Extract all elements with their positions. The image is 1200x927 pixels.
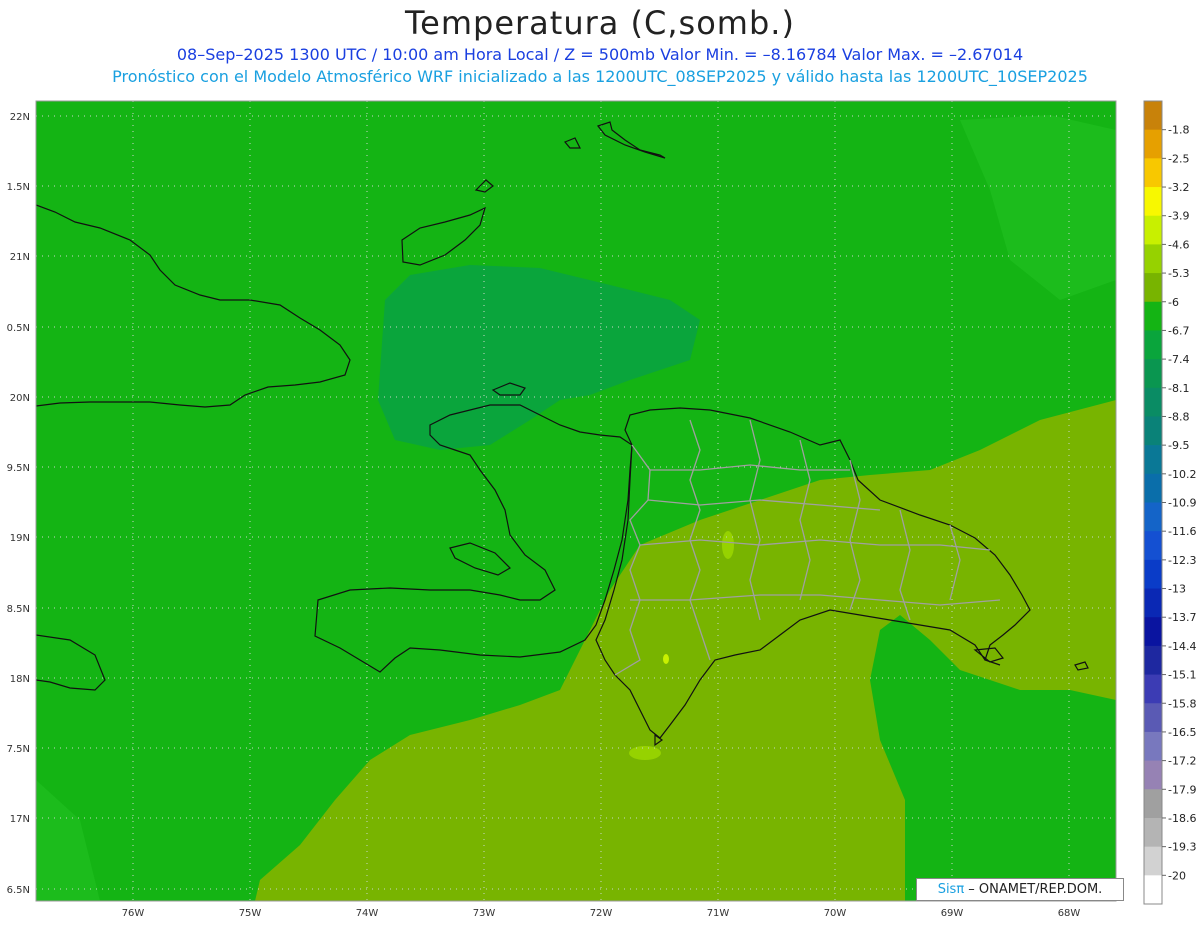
colorbar-swatch [1144,559,1162,590]
lon-label: 76W [122,908,145,919]
lon-label: 74W [356,908,379,919]
colorbar-swatch [1144,531,1162,561]
colorbar-swatch [1144,674,1162,704]
colorbar-label: -17.2 [1168,755,1196,768]
colorbar-label: -7.4 [1168,353,1189,366]
colorbar-swatch [1144,817,1162,848]
colorbar-label: -2.5 [1168,152,1189,165]
lat-label: 6.5N [7,885,30,896]
colorbar-swatch [1144,330,1162,360]
latitude-axis: 22N 1.5N 21N 0.5N 20N 9.5N 19N 8.5N 18N … [7,112,30,896]
colorbar-swatch [1144,617,1162,647]
colorbar-label: -8.1 [1168,382,1189,395]
weather-map: 22N 1.5N 21N 0.5N 20N 9.5N 19N 8.5N 18N … [7,100,1196,919]
credit-box: Sisπ – ONAMET/REP.DOM. [916,878,1124,901]
lat-label: 7.5N [7,744,30,755]
colorbar-swatch [1144,359,1162,389]
colorbar-swatch [1144,129,1162,159]
colorbar-swatch [1144,731,1162,762]
sispi-logo: Sisπ [937,882,965,897]
colorbar-label: -16.5 [1168,726,1196,739]
colorbar-label: -10.2 [1168,468,1196,481]
colorbar-swatch [1144,473,1162,503]
colorbar-swatch [1144,101,1162,131]
colorbar-swatch [1144,760,1162,790]
colorbar-label: -12.3 [1168,554,1196,567]
colorbar-swatch [1144,502,1162,532]
lon-label: 72W [590,908,613,919]
lon-label: 69W [941,908,964,919]
lat-label: 0.5N [7,323,30,334]
colorbar-label: -20 [1168,869,1186,882]
colorbar-label: -10.9 [1168,497,1196,510]
colorbar-label: -3.2 [1168,181,1189,194]
colorbar-swatch [1144,875,1162,905]
colorbar-label: -13 [1168,583,1186,596]
colorbar-swatch [1144,187,1162,217]
lat-label: 18N [10,674,30,685]
temperature-field [36,101,1116,901]
colorbar-swatch [1144,789,1162,819]
colorbar-swatch [1144,215,1162,245]
colorbar-swatch [1144,158,1162,188]
credit-text: – ONAMET/REP.DOM. [964,882,1103,897]
lon-label: 68W [1058,908,1081,919]
colorbar-swatch [1144,645,1162,676]
lat-label: 8.5N [7,604,30,615]
lat-label: 21N [10,252,30,263]
lat-label: 9.5N [7,463,30,474]
colorbar-swatch [1144,416,1162,446]
colorbar-swatch [1144,244,1162,274]
colorbar-label: -13.7 [1168,611,1196,624]
colorbar-label: -6 [1168,296,1179,309]
colorbar-label: -17.9 [1168,783,1196,796]
colorbar-label: -1.8 [1168,124,1189,137]
colorbar-label: -15.1 [1168,669,1196,682]
colorbar-swatch [1144,588,1162,618]
colorbar-label: -15.8 [1168,697,1196,710]
colorbar-label: -19.3 [1168,841,1196,854]
colorbar-swatch [1144,387,1162,417]
lon-label: 75W [239,908,262,919]
lat-label: 1.5N [7,182,30,193]
lat-label: 20N [10,393,30,404]
colorbar-swatch [1144,273,1162,303]
colorbar-swatch [1144,445,1162,475]
lon-label: 73W [473,908,496,919]
lat-label: 19N [10,533,30,544]
colorbar-label: -9.5 [1168,439,1189,452]
lat-label: 22N [10,112,30,123]
colorbar-label: -3.9 [1168,210,1189,223]
colorbar-label: -11.6 [1168,525,1196,538]
colorbar-label: -8.8 [1168,410,1189,423]
colorbar-label: -5.3 [1168,267,1189,280]
colorbar-label: -4.6 [1168,238,1189,251]
colorbar-label: -18.6 [1168,812,1196,825]
colorbar-label: -14.4 [1168,640,1196,653]
colorbar: -1.8 -2.5 -3.2 -3.9 -4.6 -5.3 -6 -6.7 -7.4 -8.1 -8… [1143,100,1196,905]
colorbar-swatch [1144,846,1162,876]
colorbar-swatch [1144,301,1162,331]
colorbar-label: -6.7 [1168,324,1189,337]
lat-label: 17N [10,814,30,825]
lon-label: 70W [824,908,847,919]
colorbar-swatch [1144,703,1162,733]
lon-label: 71W [707,908,730,919]
longitude-axis: 76W 75W 74W 73W 72W 71W 70W 69W 68W [122,908,1081,919]
